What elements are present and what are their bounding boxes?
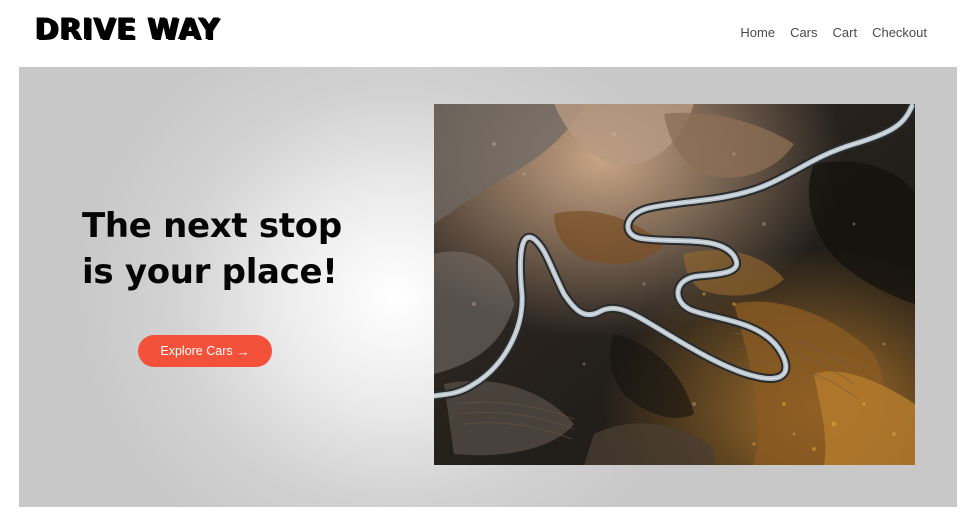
nav-link-cars[interactable]: Cars	[790, 25, 817, 41]
hero-section: The next stop is your place! Explore Car…	[19, 67, 957, 507]
main-nav: Home Cars Cart Checkout	[725, 25, 927, 41]
site-header: DRIVE WAY Home Cars Cart Checkout	[0, 0, 976, 66]
hero-headline: The next stop is your place!	[82, 203, 382, 295]
hero-headline-line-1: The next stop	[82, 206, 342, 246]
hero-image	[434, 104, 915, 465]
nav-link-checkout[interactable]: Checkout	[872, 25, 927, 41]
page: DRIVE WAY Home Cars Cart Checkout The ne…	[0, 0, 976, 527]
hero-headline-line-2: is your place!	[82, 252, 338, 292]
aerial-road-illustration	[434, 104, 915, 465]
arrow-right-icon: →	[236, 343, 250, 359]
nav-link-home[interactable]: Home	[740, 25, 775, 41]
nav-link-cart[interactable]: Cart	[833, 25, 858, 41]
site-logo[interactable]: DRIVE WAY	[34, 15, 219, 44]
explore-cars-label: Explore Cars	[160, 344, 233, 358]
explore-cars-button[interactable]: Explore Cars →	[138, 335, 272, 367]
